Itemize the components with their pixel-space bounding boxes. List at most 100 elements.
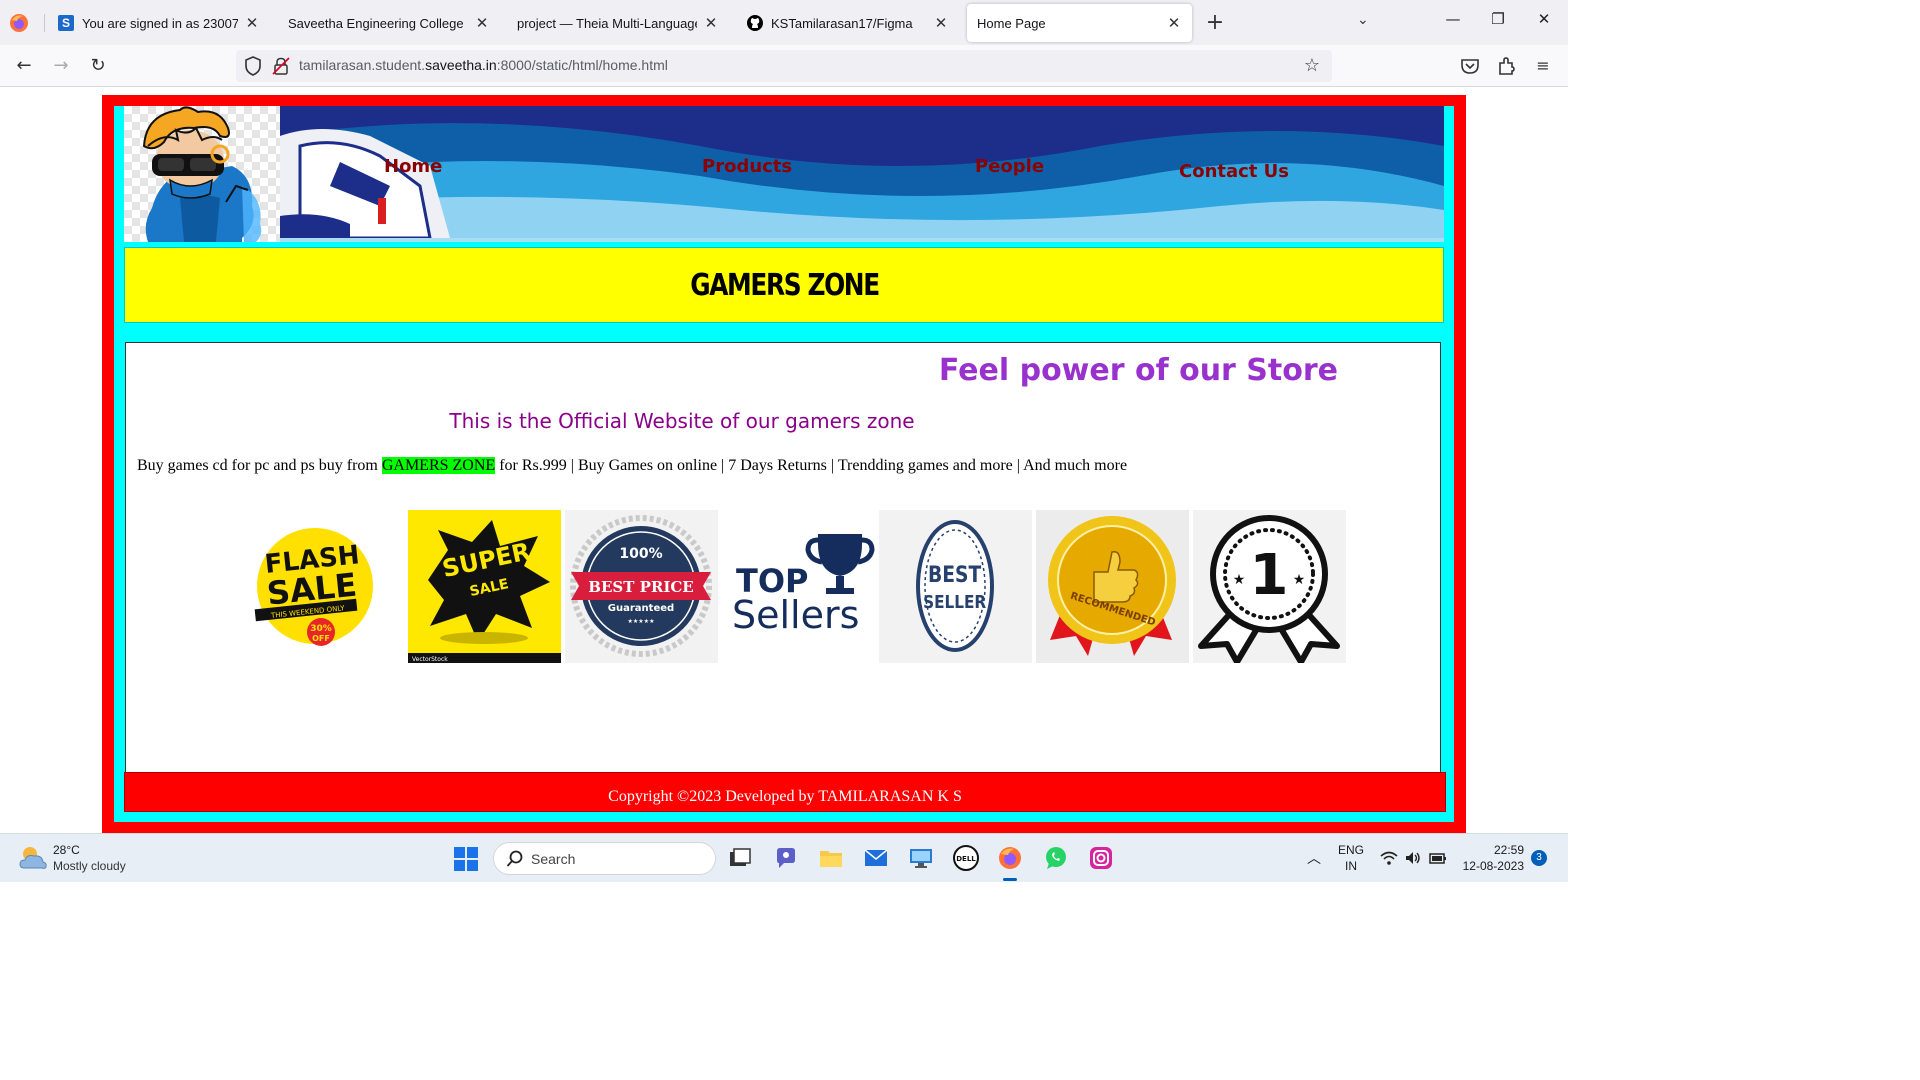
close-window-button[interactable]: ✕ xyxy=(1534,10,1554,28)
tab-saveetha[interactable]: Saveetha Engineering College ✕ xyxy=(278,4,500,42)
speaker-icon[interactable] xyxy=(1404,849,1422,867)
tab-title: You are signed in as 23007020 xyxy=(82,15,238,31)
close-icon[interactable]: ✕ xyxy=(244,14,260,32)
site-footer: Copyright ©2023 Developed by TAMILARASAN… xyxy=(124,772,1446,812)
nav-people-link[interactable]: People xyxy=(975,156,1044,177)
wifi-icon[interactable] xyxy=(1380,849,1398,867)
weather-description[interactable]: Mostly cloudy xyxy=(53,859,126,873)
svg-text:★: ★ xyxy=(1293,572,1306,588)
best-seller-badge: BEST SELLER xyxy=(879,510,1032,663)
top-sellers-badge: TOP Sellers xyxy=(722,510,875,663)
firefox-icon[interactable] xyxy=(8,12,30,34)
url-text[interactable]: tamilarasan.student.saveetha.in:8000/sta… xyxy=(299,57,668,73)
whatsapp-icon[interactable] xyxy=(1043,845,1069,871)
page-title: GAMERS ZONE xyxy=(689,268,880,303)
firefox-taskbar-icon[interactable] xyxy=(997,845,1023,871)
taskbar-search[interactable]: Search xyxy=(493,842,716,875)
weather-temperature[interactable]: 28°C xyxy=(53,843,80,857)
tab-title: KSTamilarasan17/Figma xyxy=(771,15,913,31)
dell-icon[interactable]: DELL xyxy=(953,845,979,871)
chevron-up-icon[interactable]: ︿ xyxy=(1307,848,1321,868)
s-icon: S xyxy=(58,15,74,31)
svg-text:Sellers: Sellers xyxy=(732,593,859,637)
search-placeholder: Search xyxy=(531,851,576,867)
tab-separator xyxy=(44,14,45,32)
bookmark-star-icon[interactable]: ☆ xyxy=(1304,55,1320,76)
pocket-icon[interactable] xyxy=(1458,54,1482,78)
svg-text:1: 1 xyxy=(1250,543,1289,608)
windows-start-icon[interactable] xyxy=(453,846,479,872)
back-button[interactable]: ← xyxy=(11,53,37,79)
active-app-indicator xyxy=(1003,878,1017,881)
file-explorer-icon[interactable] xyxy=(818,845,844,871)
instagram-icon[interactable] xyxy=(1088,845,1114,871)
page-viewport: Home Products People Contact Us GAMERS Z… xyxy=(0,87,1568,833)
svg-text:OFF: OFF xyxy=(312,634,330,643)
flash-sale-badge: FLASH SALE THIS WEEKEND ONLY 30% OFF xyxy=(251,510,404,663)
nav-home-link[interactable]: Home xyxy=(384,156,442,177)
battery-icon[interactable] xyxy=(1429,849,1447,867)
system-clock[interactable]: 22:59 12-08-2023 xyxy=(1458,842,1524,874)
page-frame: Home Products People Contact Us GAMERS Z… xyxy=(102,95,1466,833)
nav-contact-link[interactable]: Contact Us xyxy=(1179,161,1289,182)
svg-text:SELLER: SELLER xyxy=(923,591,986,613)
svg-text:Guaranteed: Guaranteed xyxy=(608,603,674,614)
svg-text:★: ★ xyxy=(1233,572,1246,588)
insecure-lock-icon[interactable] xyxy=(272,57,290,75)
gamer-logo-icon xyxy=(142,106,262,242)
new-tab-button[interactable]: + xyxy=(1204,10,1226,35)
teams-chat-icon[interactable] xyxy=(773,845,799,871)
main-content: Feel power of our Store This is the Offi… xyxy=(125,342,1441,782)
description: Buy games cd for pc and ps buy from GAME… xyxy=(137,457,1128,474)
best-price-badge: 100% BEST PRICE Guaranteed ★★★★★ xyxy=(565,510,718,663)
close-icon[interactable]: ✕ xyxy=(1166,14,1182,32)
reload-button[interactable]: ↻ xyxy=(85,53,111,79)
page-inner: Home Products People Contact Us GAMERS Z… xyxy=(114,106,1454,822)
extensions-icon[interactable] xyxy=(1495,54,1519,78)
site-header: Home Products People Contact Us xyxy=(124,106,1444,242)
chevron-down-icon[interactable]: ⌄ xyxy=(1357,12,1369,28)
task-view-icon[interactable] xyxy=(727,845,753,871)
svg-text:30%: 30% xyxy=(310,624,332,634)
restore-button[interactable]: ❐ xyxy=(1488,10,1508,28)
title-banner: GAMERS ZONE xyxy=(124,247,1444,323)
close-icon[interactable]: ✕ xyxy=(474,14,490,32)
menu-icon[interactable]: ≡ xyxy=(1531,54,1555,78)
search-icon xyxy=(506,850,523,867)
github-icon xyxy=(747,15,763,31)
svg-text:★★★★★: ★★★★★ xyxy=(628,618,655,625)
svg-text:BEST: BEST xyxy=(928,562,981,588)
notification-badge[interactable]: 3 xyxy=(1531,850,1547,866)
super-sale-badge: SUPER SALE VectorStock xyxy=(408,510,561,663)
browser-nav-bar: ← → ↻ tamilarasan.student.saveetha.in:80… xyxy=(0,45,1568,87)
svg-text:VectorStock: VectorStock xyxy=(412,656,448,663)
tab-signed-in[interactable]: S You are signed in as 23007020 ✕ xyxy=(48,4,270,42)
address-bar[interactable]: tamilarasan.student.saveetha.in:8000/sta… xyxy=(236,50,1332,82)
highlight: GAMERS ZONE xyxy=(381,457,496,474)
svg-text:100%: 100% xyxy=(619,546,662,562)
language-indicator[interactable]: ENG IN xyxy=(1337,842,1365,874)
subtitle: This is the Official Website of our game… xyxy=(449,409,915,433)
recommended-badge: RECOMMENDED xyxy=(1036,510,1189,663)
windows-taskbar: 28°C Mostly cloudy Search DELL ︿ ENG IN 2… xyxy=(0,833,1568,882)
close-icon[interactable]: ✕ xyxy=(933,14,949,32)
tab-project[interactable]: project — Theia Multi-Language Ex ✕ xyxy=(507,4,729,42)
remote-desktop-icon[interactable] xyxy=(908,845,934,871)
mail-icon[interactable] xyxy=(863,845,889,871)
forward-button[interactable]: → xyxy=(48,53,74,79)
close-icon[interactable]: ✕ xyxy=(703,14,719,32)
shield-icon[interactable] xyxy=(244,56,262,76)
tab-github[interactable]: KSTamilarasan17/Figma ✕ xyxy=(737,4,959,42)
browser-tab-bar: S You are signed in as 23007020 ✕ Saveet… xyxy=(0,0,1568,45)
tab-home-page[interactable]: Home Page ✕ xyxy=(967,4,1192,42)
site-logo[interactable] xyxy=(124,106,280,242)
nav-products-link[interactable]: Products xyxy=(702,156,792,177)
number-one-badge: 1 ★ ★ xyxy=(1193,510,1346,663)
cloud-sun-icon[interactable] xyxy=(18,844,48,872)
tab-title: Home Page xyxy=(977,15,1046,31)
tab-title: project — Theia Multi-Language Ex xyxy=(517,15,697,31)
minimize-button[interactable]: — xyxy=(1443,10,1463,28)
svg-text:BEST PRICE: BEST PRICE xyxy=(588,578,693,596)
tab-title: Saveetha Engineering College xyxy=(288,15,464,31)
svg-text:DELL: DELL xyxy=(956,855,976,863)
